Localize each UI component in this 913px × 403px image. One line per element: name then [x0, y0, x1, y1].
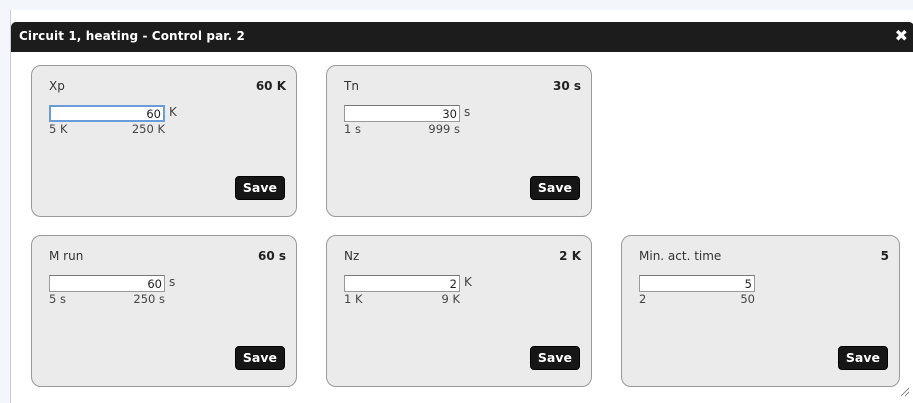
- dialog-titlebar[interactable]: Circuit 1, heating - Control par. 2 ✖: [11, 22, 913, 52]
- current-value: 2 K: [559, 249, 581, 263]
- parameter-card-tn: Tn 30 s s 1 s 999 s Save: [326, 65, 592, 217]
- save-button[interactable]: Save: [234, 176, 285, 200]
- current-value: 60 K: [255, 79, 286, 93]
- min-value: 2: [639, 292, 647, 306]
- unit-label: s: [464, 105, 471, 119]
- min-value: 5 K: [49, 122, 68, 136]
- value-input[interactable]: [49, 105, 165, 122]
- value-input[interactable]: [344, 105, 460, 122]
- save-button[interactable]: Save: [529, 346, 580, 370]
- min-value: 1 K: [344, 292, 363, 306]
- value-input[interactable]: [49, 275, 165, 292]
- max-value: 999 s: [428, 122, 460, 136]
- min-value: 1 s: [344, 122, 361, 136]
- parameter-label: Tn: [344, 79, 359, 93]
- dialog-title: Circuit 1, heating - Control par. 2: [19, 29, 245, 43]
- current-value: 5: [880, 249, 889, 263]
- value-input[interactable]: [344, 275, 460, 292]
- parameter-card-xp: Xp 60 K K 5 K 250 K Save: [31, 65, 297, 217]
- parameter-label: Nz: [344, 249, 360, 263]
- close-icon[interactable]: ✖: [895, 26, 908, 46]
- unit-label: K: [464, 275, 472, 289]
- parameter-label: Xp: [49, 79, 65, 93]
- parameter-label: Min. act. time: [639, 249, 722, 263]
- max-value: 9 K: [441, 292, 460, 306]
- max-value: 250 K: [131, 122, 165, 136]
- max-value: 50: [740, 292, 755, 306]
- save-button[interactable]: Save: [529, 176, 580, 200]
- parameter-card-nz: Nz 2 K K 1 K 9 K Save: [326, 235, 592, 387]
- unit-label: s: [169, 275, 176, 289]
- max-value: 250 s: [133, 292, 165, 306]
- control-parameters-dialog: Circuit 1, heating - Control par. 2 ✖ Xp…: [10, 10, 913, 403]
- parameter-card-m-run: M run 60 s s 5 s 250 s Save: [31, 235, 297, 387]
- save-button[interactable]: Save: [837, 346, 888, 370]
- unit-label: K: [169, 105, 177, 119]
- min-value: 5 s: [49, 292, 66, 306]
- value-input[interactable]: [639, 275, 755, 292]
- current-value: 30 s: [552, 79, 581, 93]
- parameter-label: M run: [49, 249, 84, 263]
- parameter-card-min-act-time: Min. act. time 5 2 50 Save: [621, 235, 900, 387]
- current-value: 60 s: [257, 249, 286, 263]
- save-button[interactable]: Save: [234, 346, 285, 370]
- resize-handle-icon[interactable]: [900, 382, 910, 401]
